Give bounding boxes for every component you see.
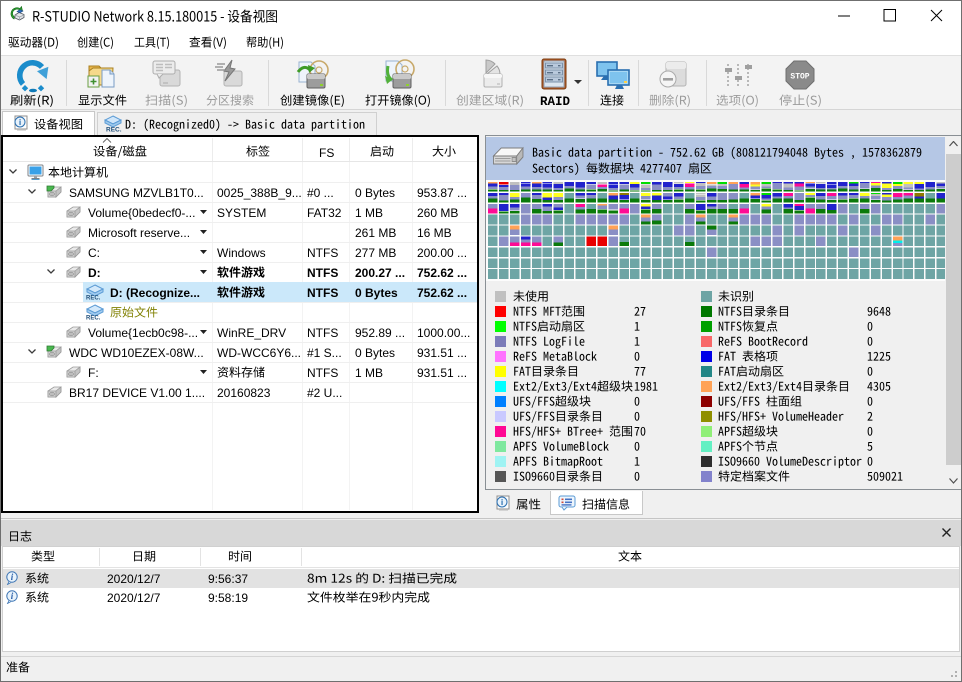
svg-text:i: i [501,497,503,507]
svg-text:REC.: REC. [86,316,101,321]
svg-text:i: i [19,117,21,127]
svg-text:STOP: STOP [790,73,809,82]
svg-text:REC.: REC. [86,296,101,301]
svg-text:REC.: REC. [106,127,122,133]
